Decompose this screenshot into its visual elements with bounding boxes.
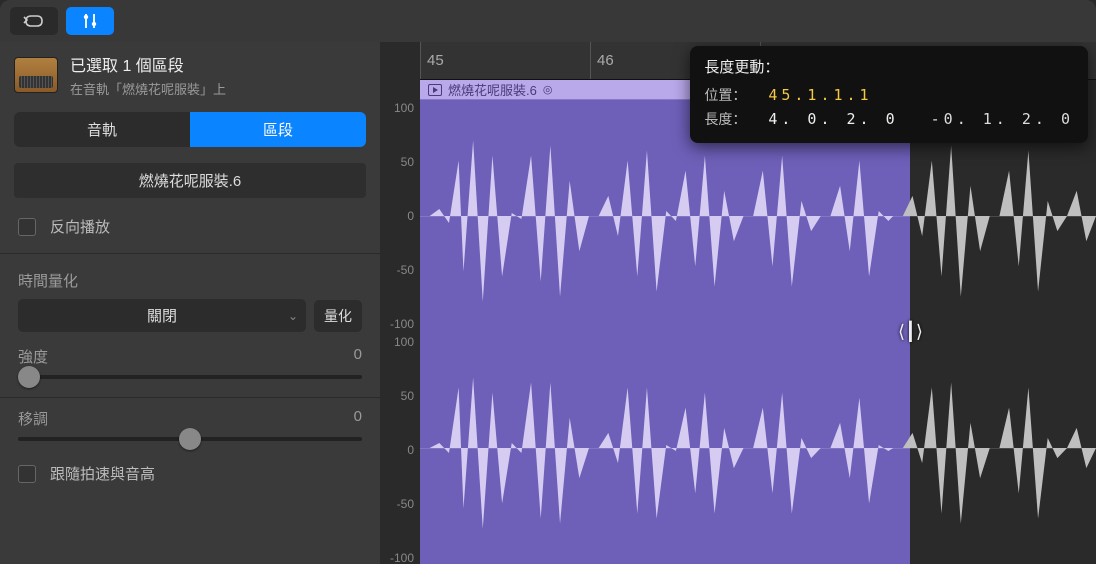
strength-value[interactable]: 0	[354, 346, 362, 367]
length-change-tooltip: 長度更動： 位置： 45.1.1.1 長度： 4. 0. 2. 0 -0. 1.…	[690, 46, 1088, 143]
reverse-checkbox[interactable]	[18, 218, 36, 236]
audio-editor[interactable]: 45 46 47 100 50 0 -50 -100 100 50 0 -50 …	[380, 42, 1096, 564]
follow-tempo-label: 跟隨拍速與音高	[50, 463, 155, 484]
selection-title: 已選取 1 個區段	[70, 52, 226, 76]
transpose-slider[interactable]	[18, 437, 362, 441]
transpose-value[interactable]: 0	[354, 408, 362, 429]
stereo-icon: ◎	[543, 83, 553, 96]
tab-region[interactable]: 區段	[190, 112, 366, 147]
flex-tool-button[interactable]	[66, 7, 114, 35]
play-region-icon[interactable]	[428, 84, 442, 96]
tooltip-length-delta: -0. 1. 2. 0	[931, 110, 1074, 128]
ruler-tick: 45	[420, 42, 444, 79]
selection-subtitle: 在音軌「燃燒花呢服裝」上	[70, 79, 226, 98]
tooltip-length-key: 長度：	[704, 109, 754, 129]
time-quantize-select[interactable]: 關閉 ⌄	[18, 299, 306, 332]
waveform-area[interactable]: ⟨┃⟩	[420, 100, 1096, 564]
strength-slider-thumb[interactable]	[18, 366, 40, 388]
amplitude-axis: 100 50 0 -50 -100 100 50 0 -50 -100	[380, 80, 420, 564]
tooltip-title: 長度更動：	[704, 56, 1074, 77]
reverse-playback-row[interactable]: 反向播放	[0, 206, 380, 247]
inspector-tabs: 音軌 區段	[0, 106, 380, 153]
tooltip-position-key: 位置：	[704, 85, 754, 105]
strength-label: 強度	[18, 346, 48, 367]
track-icon	[14, 57, 58, 93]
ruler-tick: 46	[590, 42, 614, 79]
inspector-sidebar: 已選取 1 個區段 在音軌「燃燒花呢服裝」上 音軌 區段 燃燒花呢服裝.6 反向…	[0, 42, 380, 564]
transpose-slider-thumb[interactable]	[179, 428, 201, 450]
tooltip-length-value: 4. 0. 2. 0	[768, 110, 898, 128]
loop-tool-button[interactable]	[10, 7, 58, 35]
chevron-updown-icon: ⌄	[288, 309, 298, 323]
time-quantize-label: 時間量化	[18, 270, 78, 291]
region-name-field[interactable]: 燃燒花呢服裝.6	[14, 163, 366, 198]
tooltip-position-value: 45.1.1.1	[768, 86, 872, 104]
top-toolbar	[0, 0, 1096, 42]
strength-slider[interactable]	[18, 375, 362, 379]
reverse-label: 反向播放	[50, 216, 110, 237]
tab-track[interactable]: 音軌	[14, 112, 190, 147]
region-header-label: 燃燒花呢服裝.6	[448, 80, 537, 99]
follow-tempo-row[interactable]: 跟隨拍速與音高	[0, 453, 380, 494]
transpose-label: 移調	[18, 408, 48, 429]
follow-tempo-checkbox[interactable]	[18, 465, 36, 483]
waveform-channel-right	[420, 332, 1096, 564]
quantize-button[interactable]: 量化	[314, 300, 362, 332]
